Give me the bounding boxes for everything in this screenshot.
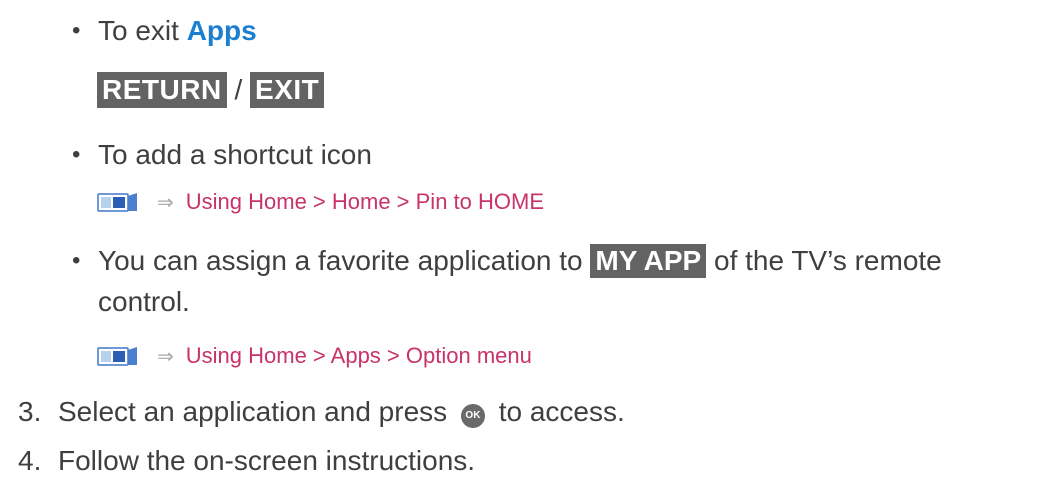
step-number: 3. (18, 396, 42, 427)
manual-book-icon (97, 191, 147, 213)
step-number: 4. (18, 445, 42, 476)
exit-keys: RETURN / EXIT (97, 72, 325, 108)
exit-apps-text: To exit (98, 15, 187, 46)
step-3-text-before: Select an application and press (58, 396, 455, 427)
key-separator: / (226, 74, 251, 105)
assign-text-after: of the TV’s remote (706, 245, 942, 276)
assign-text-line2: control. (98, 286, 190, 317)
shortcut-text: To add a shortcut icon (98, 139, 372, 170)
ref-link[interactable]: Using Home > Apps > Option menu (186, 343, 532, 369)
step-3-text-after: to access. (490, 396, 625, 427)
step-4-text: Follow the on-screen instructions. (58, 445, 476, 476)
ref-link[interactable]: Using Home > Home > Pin to HOME (186, 189, 544, 215)
manual-book-icon (97, 345, 147, 367)
apps-highlight: Apps (186, 15, 257, 46)
bullet: • (72, 17, 81, 44)
arrow-right-icon: ⇒ (157, 345, 174, 368)
my-app-key: MY APP (590, 244, 707, 278)
return-key: RETURN (97, 72, 227, 108)
ref-pin-to-home[interactable]: ⇒ Using Home > Home > Pin to HOME (97, 187, 544, 217)
exit-key: EXIT (250, 72, 325, 108)
ok-button-icon: OK (460, 404, 485, 428)
assign-text-before: You can assign a favorite application to (98, 245, 591, 276)
arrow-right-icon: ⇒ (157, 191, 174, 214)
ref-option-menu[interactable]: ⇒ Using Home > Apps > Option menu (97, 341, 532, 371)
bullet: • (72, 247, 81, 274)
bullet: • (72, 141, 81, 168)
